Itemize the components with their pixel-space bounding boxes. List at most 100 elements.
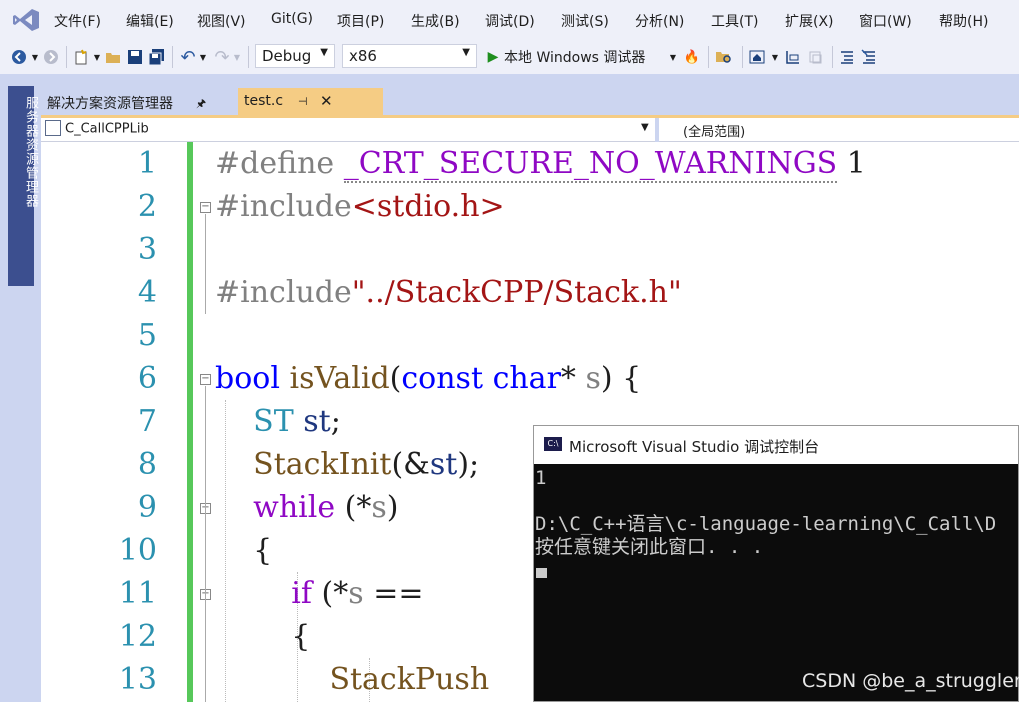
menu-project[interactable]: 项目(P) <box>337 11 384 31</box>
navigation-bar: C_CallCPPLib ▼ (全局范围) <box>41 118 1019 142</box>
line-number: 7 <box>137 404 157 439</box>
code-line-9: while (*s) <box>253 490 399 525</box>
bookmark-clear-icon[interactable] <box>806 47 824 67</box>
debug-console-window[interactable]: C:\ Microsoft Visual Studio 调试控制台 1 D:\C… <box>533 425 1019 702</box>
console-cursor <box>536 568 547 578</box>
configuration-select[interactable]: Debug ▼ <box>255 44 335 68</box>
watermark: CSDN @be_a_struggler <box>802 670 1019 692</box>
toolbar-options-icon[interactable]: ▼ <box>770 47 780 67</box>
tab-test-c[interactable]: test.c ⊣ ✕ <box>238 88 383 115</box>
menu-test[interactable]: 测试(S) <box>561 11 609 31</box>
save-icon[interactable] <box>126 47 144 67</box>
console-output-line: D:\C_C++语言\c-language-learning\C_Call\D <box>535 513 997 535</box>
line-number: 12 <box>118 619 157 654</box>
menu-debug[interactable]: 调试(D) <box>485 11 535 31</box>
line-number: 3 <box>137 232 157 267</box>
toolbar-separator <box>66 46 67 68</box>
chevron-down-icon[interactable]: ▼ <box>641 122 649 133</box>
line-number: 6 <box>137 361 157 396</box>
platform-select[interactable]: x86 ▼ <box>342 44 477 68</box>
toolbar: ▼ ▼ ↶ ▼ ↷ ▼ Debug ▼ x86 ▼ ▶ 本地 Windows 调… <box>0 40 1019 74</box>
fold-guide <box>205 214 206 314</box>
project-selector[interactable]: C_CallCPPLib <box>45 120 149 137</box>
code-line-4: #include"../StackCPP/Stack.h" <box>215 275 682 310</box>
new-item-dropdown-icon[interactable]: ▼ <box>92 47 102 67</box>
undo-dropdown-icon[interactable]: ▼ <box>198 47 208 67</box>
console-app-icon: C:\ <box>544 437 562 451</box>
back-dropdown-icon[interactable]: ▼ <box>30 47 40 67</box>
menu-edit[interactable]: 编辑(E) <box>126 11 174 31</box>
configuration-value: Debug <box>262 47 312 65</box>
scope-selector[interactable]: (全局范围) <box>683 121 745 140</box>
collapse-icon[interactable]: − <box>200 374 211 385</box>
menu-git[interactable]: Git(G) <box>271 11 313 27</box>
console-titlebar[interactable]: C:\ Microsoft Visual Studio 调试控制台 <box>534 426 1018 464</box>
start-debug-icon[interactable]: ▶ <box>486 47 500 67</box>
menu-extensions[interactable]: 扩展(X) <box>785 11 834 31</box>
chevron-down-icon: ▼ <box>462 47 470 58</box>
chevron-down-icon: ▼ <box>320 47 328 58</box>
open-folder-icon[interactable] <box>104 47 122 67</box>
menu-tools[interactable]: 工具(T) <box>711 11 758 31</box>
toolbar-separator <box>172 46 173 68</box>
menu-window[interactable]: 窗口(W) <box>859 11 912 31</box>
pin-icon[interactable]: ⊣ <box>298 95 308 108</box>
menu-help[interactable]: 帮助(H) <box>939 11 988 31</box>
project-icon <box>45 120 61 136</box>
forward-icon[interactable] <box>42 47 60 67</box>
back-icon[interactable] <box>10 47 28 67</box>
menu-file[interactable]: 文件(F) <box>54 11 101 31</box>
side-panel-strip: 服务器资源管理器 <box>0 80 41 702</box>
uncomment-lines-icon[interactable] <box>860 47 878 67</box>
home-icon[interactable] <box>748 47 766 67</box>
console-output-line: 1 <box>535 467 547 489</box>
pin-icon[interactable]: 🖈 <box>196 95 206 114</box>
code-line-1: #define _CRT_SECURE_NO_WARNINGS 1 <box>215 146 866 183</box>
debugger-dropdown-icon[interactable]: ▼ <box>668 47 678 67</box>
menu-analyze[interactable]: 分析(N) <box>635 11 684 31</box>
line-number: 4 <box>137 275 157 310</box>
bookmark-icon[interactable] <box>784 47 802 67</box>
server-explorer-tab[interactable]: 服务器资源管理器 <box>8 86 38 286</box>
save-all-icon[interactable] <box>148 47 166 67</box>
line-number: 8 <box>137 447 157 482</box>
line-number: 1 <box>137 146 157 181</box>
platform-value: x86 <box>349 47 377 65</box>
menu-build[interactable]: 生成(B) <box>411 11 460 31</box>
toolbar-separator <box>832 46 833 68</box>
code-line-8: StackInit(&st); <box>253 447 480 482</box>
fold-guide <box>205 386 206 702</box>
menu-bar: 文件(F) 编辑(E) 视图(V) Git(G) 项目(P) 生成(B) 调试(… <box>0 0 1019 40</box>
collapse-icon[interactable]: − <box>200 202 211 213</box>
undo-icon[interactable]: ↶ <box>178 47 198 68</box>
visual-studio-logo-icon[interactable] <box>12 8 40 32</box>
server-explorer-label: 服务器资源管理器 <box>23 96 38 208</box>
toolbar-separator <box>742 46 743 68</box>
code-line-6: bool isValid(const char* s) { <box>215 361 642 396</box>
menu-view[interactable]: 视图(V) <box>197 11 246 31</box>
tab-test-c-label: test.c <box>244 93 284 109</box>
line-number: 9 <box>137 490 157 525</box>
line-number: 2 <box>137 189 157 224</box>
code-line-11: if (*s == <box>291 576 434 611</box>
new-item-icon[interactable] <box>72 47 90 67</box>
code-line-12: { <box>215 619 311 654</box>
line-number: 5 <box>137 318 157 353</box>
comment-lines-icon[interactable] <box>838 47 856 67</box>
redo-dropdown-icon[interactable]: ▼ <box>232 47 242 67</box>
close-icon[interactable]: ✕ <box>320 92 333 110</box>
hot-reload-icon[interactable]: 🔥 <box>684 47 700 67</box>
find-in-files-icon[interactable] <box>714 47 734 67</box>
code-line-13: StackPush <box>329 662 490 697</box>
line-number: 10 <box>118 533 157 568</box>
line-number: 11 <box>118 576 157 611</box>
redo-icon[interactable]: ↷ <box>212 47 232 68</box>
change-tracking-bar <box>187 142 193 702</box>
start-debugger-button[interactable]: 本地 Windows 调试器 <box>504 47 674 67</box>
code-line-2: #include<stdio.h> <box>215 189 505 224</box>
line-number: 13 <box>118 662 157 697</box>
tab-solution-explorer[interactable]: 解决方案资源管理器 🖈 <box>41 88 236 115</box>
console-output-line: 按任意键关闭此窗口. . . <box>535 536 764 558</box>
document-tabs: 解决方案资源管理器 🖈 test.c ⊣ ✕ <box>41 88 1019 115</box>
navbar-divider <box>655 118 659 142</box>
